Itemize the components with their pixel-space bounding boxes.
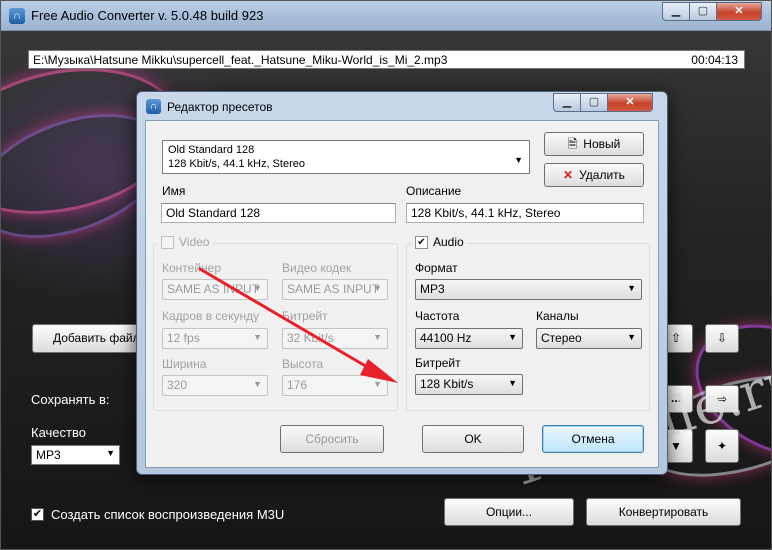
fps-select[interactable]: 12 fps ▼ xyxy=(162,328,268,349)
quality-select[interactable]: MP3 ▼ xyxy=(31,445,120,465)
chevron-down-icon: ▼ xyxy=(373,379,382,389)
maximize-button[interactable]: ▢ xyxy=(689,2,716,21)
channels-select[interactable]: Стерео ▼ xyxy=(536,328,642,349)
container-value: SAME AS INPUT xyxy=(167,282,260,296)
options-button[interactable]: Опции... xyxy=(444,498,574,526)
minimize-button[interactable]: ▁ xyxy=(662,2,689,21)
name-label: Имя xyxy=(162,184,186,198)
chevron-down-icon: ▼ xyxy=(253,283,262,293)
video-codec-select[interactable]: SAME AS INPUT ▼ xyxy=(282,279,388,300)
dialog-title: Редактор пресетов xyxy=(167,100,273,114)
dialog-title-bar[interactable]: ∩ Редактор пресетов ▁ ▢ ✕ xyxy=(137,92,667,119)
chevron-down-icon: ▼ xyxy=(253,332,262,342)
preset-details: 128 Kbit/s, 44.1 kHz, Stereo xyxy=(168,158,305,170)
chevron-down-icon: ▼ xyxy=(627,283,636,293)
audio-checkbox-row[interactable]: ✔ Audio xyxy=(412,235,467,249)
audio-bitrate-value: 128 Kbit/s xyxy=(420,377,474,391)
width-label: Ширина xyxy=(162,357,207,371)
preset-select[interactable]: Old Standard 128 128 Kbit/s, 44.1 kHz, S… xyxy=(162,140,530,174)
chevron-down-icon: ▼ xyxy=(627,332,636,342)
dialog-minimize-button[interactable]: ▁ xyxy=(553,93,580,112)
add-files-button[interactable]: Добавить файл xyxy=(32,324,150,353)
window-title: Free Audio Converter v. 5.0.48 build 923 xyxy=(31,8,264,23)
new-preset-label: Новый xyxy=(583,137,621,151)
dialog-maximize-button[interactable]: ▢ xyxy=(580,93,607,112)
height-select[interactable]: 176 ▼ xyxy=(282,375,388,396)
audio-bitrate-label: Битрейт xyxy=(415,356,461,370)
video-bitrate-value: 32 Kbit/s xyxy=(287,331,334,345)
preset-editor-dialog: ∩ Редактор пресетов ▁ ▢ ✕ Old Standard 1… xyxy=(136,91,668,475)
magic-wand-icon: ✦ xyxy=(716,439,728,453)
description-label: Описание xyxy=(406,184,462,198)
video-codec-label: Видео кодек xyxy=(282,261,352,275)
move-down-button[interactable]: ⇩ xyxy=(705,324,739,353)
video-codec-value: SAME AS INPUT xyxy=(287,282,380,296)
chevron-down-icon: ▼ xyxy=(106,448,115,458)
frequency-label: Частота xyxy=(415,309,460,323)
m3u-label: Создать список воспроизведения M3U xyxy=(51,507,285,522)
description-input[interactable]: 128 Kbit/s, 44.1 kHz, Stereo xyxy=(406,203,644,223)
format-select[interactable]: MP3 ▼ xyxy=(415,279,642,300)
close-button[interactable]: ✕ xyxy=(716,2,762,21)
video-checkbox-label: Video xyxy=(179,235,210,249)
chevron-down-icon: ▼ xyxy=(373,283,382,293)
dialog-body: Old Standard 128 128 Kbit/s, 44.1 kHz, S… xyxy=(145,120,659,468)
video-checkbox[interactable] xyxy=(161,235,174,249)
dialog-logo-icon: ∩ xyxy=(146,99,161,114)
new-document-icon: 🗎 xyxy=(567,137,578,151)
save-to-label: Сохранять в: xyxy=(31,392,110,407)
container-select[interactable]: SAME AS INPUT ▼ xyxy=(162,279,268,300)
arrow-down-icon: ⇩ xyxy=(716,331,728,345)
chevron-down-icon: ▼ xyxy=(508,332,517,342)
video-checkbox-row[interactable]: Video xyxy=(158,235,213,249)
audio-checkbox[interactable]: ✔ xyxy=(415,235,428,249)
video-bitrate-select[interactable]: 32 Kbit/s ▼ xyxy=(282,328,388,349)
channels-label: Каналы xyxy=(536,309,579,323)
audio-bitrate-select[interactable]: 128 Kbit/s ▼ xyxy=(415,374,523,395)
delete-preset-label: Удалить xyxy=(579,168,625,182)
file-path: E:\Музыка\Hatsune Mikku\supercell_feat._… xyxy=(33,53,448,67)
width-select[interactable]: 320 ▼ xyxy=(162,375,268,396)
delete-x-icon: ✕ xyxy=(563,168,574,182)
fps-label: Кадров в секунду xyxy=(162,309,260,323)
frequency-value: 44100 Hz xyxy=(420,331,472,345)
file-duration: 00:04:13 xyxy=(691,53,738,67)
chevron-down-icon: ▼ xyxy=(373,332,382,342)
frequency-select[interactable]: 44100 Hz ▼ xyxy=(415,328,523,349)
chevron-down-icon: ▼ xyxy=(253,379,262,389)
quality-label: Качество xyxy=(31,425,86,440)
height-value: 176 xyxy=(287,378,308,392)
delete-preset-button[interactable]: ✕ Удалить xyxy=(544,163,644,187)
fps-value: 12 fps xyxy=(167,331,200,345)
chevron-down-icon: ▼ xyxy=(514,155,523,165)
file-path-bar[interactable]: E:\Музыка\Hatsune Mikku\supercell_feat._… xyxy=(28,50,745,69)
chevron-down-icon: ▼ xyxy=(508,378,517,388)
convert-button[interactable]: Конвертировать xyxy=(586,498,741,526)
cancel-button[interactable]: Отмена xyxy=(542,425,644,453)
preset-name: Old Standard 128 xyxy=(168,144,255,156)
window-controls: ▁ ▢ ✕ xyxy=(662,2,762,21)
format-label: Формат xyxy=(415,261,458,275)
ok-button[interactable]: OK xyxy=(422,425,524,453)
height-label: Высота xyxy=(282,357,324,371)
new-preset-button[interactable]: 🗎 Новый xyxy=(544,132,644,156)
dialog-close-button[interactable]: ✕ xyxy=(607,93,653,112)
m3u-option[interactable]: ✔ Создать список воспроизведения M3U xyxy=(31,507,284,522)
name-input[interactable]: Old Standard 128 xyxy=(161,203,396,223)
dialog-window-controls: ▁ ▢ ✕ xyxy=(553,93,653,112)
video-bitrate-label: Битрейт xyxy=(282,309,328,323)
container-label: Контейнер xyxy=(162,261,222,275)
main-title-bar[interactable]: ∩ Free Audio Converter v. 5.0.48 build 9… xyxy=(1,1,771,31)
audio-checkbox-label: Audio xyxy=(433,235,464,249)
app-logo-icon: ∩ xyxy=(9,8,25,24)
format-value: MP3 xyxy=(420,282,445,296)
channels-value: Стерео xyxy=(541,331,582,345)
arrow-up-icon: ⇧ xyxy=(670,331,682,345)
reset-button[interactable]: Сбросить xyxy=(280,425,384,453)
quality-value: MP3 xyxy=(36,448,61,462)
width-value: 320 xyxy=(167,378,188,392)
m3u-checkbox[interactable]: ✔ xyxy=(31,508,44,521)
